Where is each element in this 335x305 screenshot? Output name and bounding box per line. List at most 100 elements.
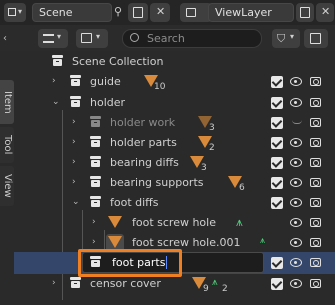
outliner-row-holder[interactable]: ⌄ holder xyxy=(14,93,335,113)
collection-icon xyxy=(70,75,81,86)
expand-chevron-icon[interactable]: › xyxy=(92,217,96,227)
outliner-row-holder-parts[interactable]: › holder parts 2 xyxy=(14,133,335,153)
exclude-checkbox[interactable] xyxy=(271,97,283,109)
new-collection-button[interactable] xyxy=(304,29,328,48)
hidden-eye-icon[interactable] xyxy=(292,120,302,124)
chevron-down-icon: ▾ xyxy=(57,32,62,41)
outliner-row-guide[interactable]: › guide 10 xyxy=(14,72,335,92)
render-camera-icon[interactable] xyxy=(310,238,321,247)
outliner-row-foot-diffs[interactable]: ⌄ foot diffs xyxy=(14,193,335,213)
expand-chevron-icon[interactable]: › xyxy=(72,177,76,187)
render-camera-icon[interactable] xyxy=(310,258,321,267)
funnel-icon: ⛉ xyxy=(277,32,286,45)
search-icon xyxy=(130,33,139,42)
visibility-eye-icon[interactable] xyxy=(290,218,302,227)
visibility-eye-icon[interactable] xyxy=(290,198,302,207)
row-label: foot screw hole xyxy=(132,216,216,229)
outliner-row-censor-cover[interactable]: › censor cover 9 ⩚ 2 xyxy=(14,274,335,294)
row-label: holder work xyxy=(110,116,176,129)
copy-icon xyxy=(133,7,143,18)
render-camera-icon[interactable] xyxy=(310,158,321,167)
filter-popover-button[interactable]: ⛉ ▾ xyxy=(272,29,300,48)
layers-icon xyxy=(186,8,196,17)
outliner-row-foot-screw-hole[interactable]: › foot screw hole ⩚ xyxy=(14,213,335,233)
image-icon xyxy=(81,33,92,43)
expand-chevron-icon[interactable]: › xyxy=(52,76,56,86)
outliner-row-foot-parts[interactable]: foot parts xyxy=(14,253,335,273)
collection-icon xyxy=(90,176,101,187)
chevron-down-icon: ▾ xyxy=(290,32,295,41)
tab-tool[interactable]: Tool xyxy=(0,127,14,163)
visibility-eye-icon[interactable] xyxy=(290,238,302,247)
row-label: bearing diffs xyxy=(110,156,179,169)
remove-scene-button[interactable]: ✕ xyxy=(150,3,170,22)
close-icon: ✕ xyxy=(321,5,331,18)
outliner-toolbar: ▾ ▾ Search ⛉ ▾ xyxy=(0,25,335,51)
search-input[interactable]: Search xyxy=(122,29,262,48)
expand-chevron-icon[interactable]: › xyxy=(72,117,76,127)
new-scene-button[interactable] xyxy=(128,3,148,22)
visibility-eye-icon[interactable] xyxy=(290,138,302,147)
mesh-count: 2 xyxy=(222,284,228,294)
collapse-chevron-icon[interactable]: ⌄ xyxy=(52,97,60,107)
render-camera-icon[interactable] xyxy=(310,98,321,107)
outliner-panel: ▾ Scene ⚲ ✕ ViewLayer ✕ ▾ ▾ Search ⛉ ▾ I… xyxy=(0,0,335,305)
scene-collection-label: Scene Collection xyxy=(72,55,164,68)
exclude-checkbox[interactable] xyxy=(271,177,283,189)
expand-chevron-icon[interactable]: › xyxy=(72,137,76,147)
exclude-checkbox[interactable] xyxy=(271,157,283,169)
exclude-checkbox[interactable] xyxy=(271,278,283,290)
render-camera-icon[interactable] xyxy=(310,138,321,147)
render-camera-icon[interactable] xyxy=(310,198,321,207)
remove-viewlayer-button[interactable]: ✕ xyxy=(316,3,334,22)
chevron-down-icon: ▾ xyxy=(18,7,23,16)
expand-chevron-icon[interactable]: › xyxy=(52,278,56,288)
render-camera-icon[interactable] xyxy=(310,218,321,227)
collapse-chevron-icon[interactable]: ⌄ xyxy=(72,197,80,207)
tab-expand-arrow[interactable]: ‹ xyxy=(3,33,7,44)
new-collection-icon xyxy=(310,33,321,44)
outliner-row-holder-work[interactable]: › holder work 3 xyxy=(14,113,335,133)
tab-view[interactable]: View xyxy=(0,166,14,206)
editor-type-icon[interactable]: ▾ xyxy=(4,3,26,22)
tab-item[interactable]: Item xyxy=(0,80,14,124)
row-label: holder parts xyxy=(110,136,177,149)
search-placeholder: Search xyxy=(147,32,185,45)
scene-selector[interactable]: Scene xyxy=(32,3,112,22)
render-camera-icon[interactable] xyxy=(310,118,321,127)
row-label: foot diffs xyxy=(110,196,159,209)
outliner-row-bearing-supports[interactable]: › bearing supports 6 xyxy=(14,173,335,193)
render-camera-icon[interactable] xyxy=(310,178,321,187)
child-count: 3 xyxy=(201,163,207,173)
collection-icon xyxy=(70,277,81,288)
exclude-checkbox[interactable] xyxy=(271,197,283,209)
scene-collection-row[interactable]: Scene Collection xyxy=(14,52,335,72)
row-label: foot screw hole.001 xyxy=(132,236,241,249)
copy-icon xyxy=(300,7,310,18)
visibility-eye-icon[interactable] xyxy=(290,98,302,107)
render-camera-icon[interactable] xyxy=(310,279,321,288)
mesh-data-icon: ⩚ xyxy=(236,215,243,229)
visibility-eye-icon[interactable] xyxy=(290,158,302,167)
exclude-checkbox[interactable] xyxy=(271,117,283,129)
exclude-checkbox[interactable] xyxy=(271,137,283,149)
filter-dropdown[interactable]: ▾ xyxy=(76,29,108,48)
child-count: 3 xyxy=(209,123,215,133)
viewlayer-selector[interactable]: ViewLayer xyxy=(208,3,294,22)
row-label: bearing supports xyxy=(110,176,204,189)
new-viewlayer-button[interactable] xyxy=(296,3,314,22)
expand-chevron-icon[interactable]: › xyxy=(92,237,96,247)
collection-icon xyxy=(90,196,101,207)
exclude-checkbox[interactable] xyxy=(271,76,283,88)
outliner-row-bearing-diffs[interactable]: › bearing diffs 3 xyxy=(14,153,335,173)
visibility-eye-icon[interactable] xyxy=(290,279,302,288)
visibility-eye-icon[interactable] xyxy=(290,178,302,187)
visibility-eye-icon[interactable] xyxy=(290,77,302,86)
render-camera-icon[interactable] xyxy=(310,77,321,86)
collection-icon xyxy=(52,55,63,66)
visibility-eye-icon[interactable] xyxy=(290,258,302,267)
display-mode-dropdown[interactable]: ▾ xyxy=(38,29,68,48)
exclude-checkbox[interactable] xyxy=(271,257,283,269)
expand-chevron-icon[interactable]: › xyxy=(72,157,76,167)
pin-icon[interactable]: ⚲ xyxy=(114,5,122,18)
